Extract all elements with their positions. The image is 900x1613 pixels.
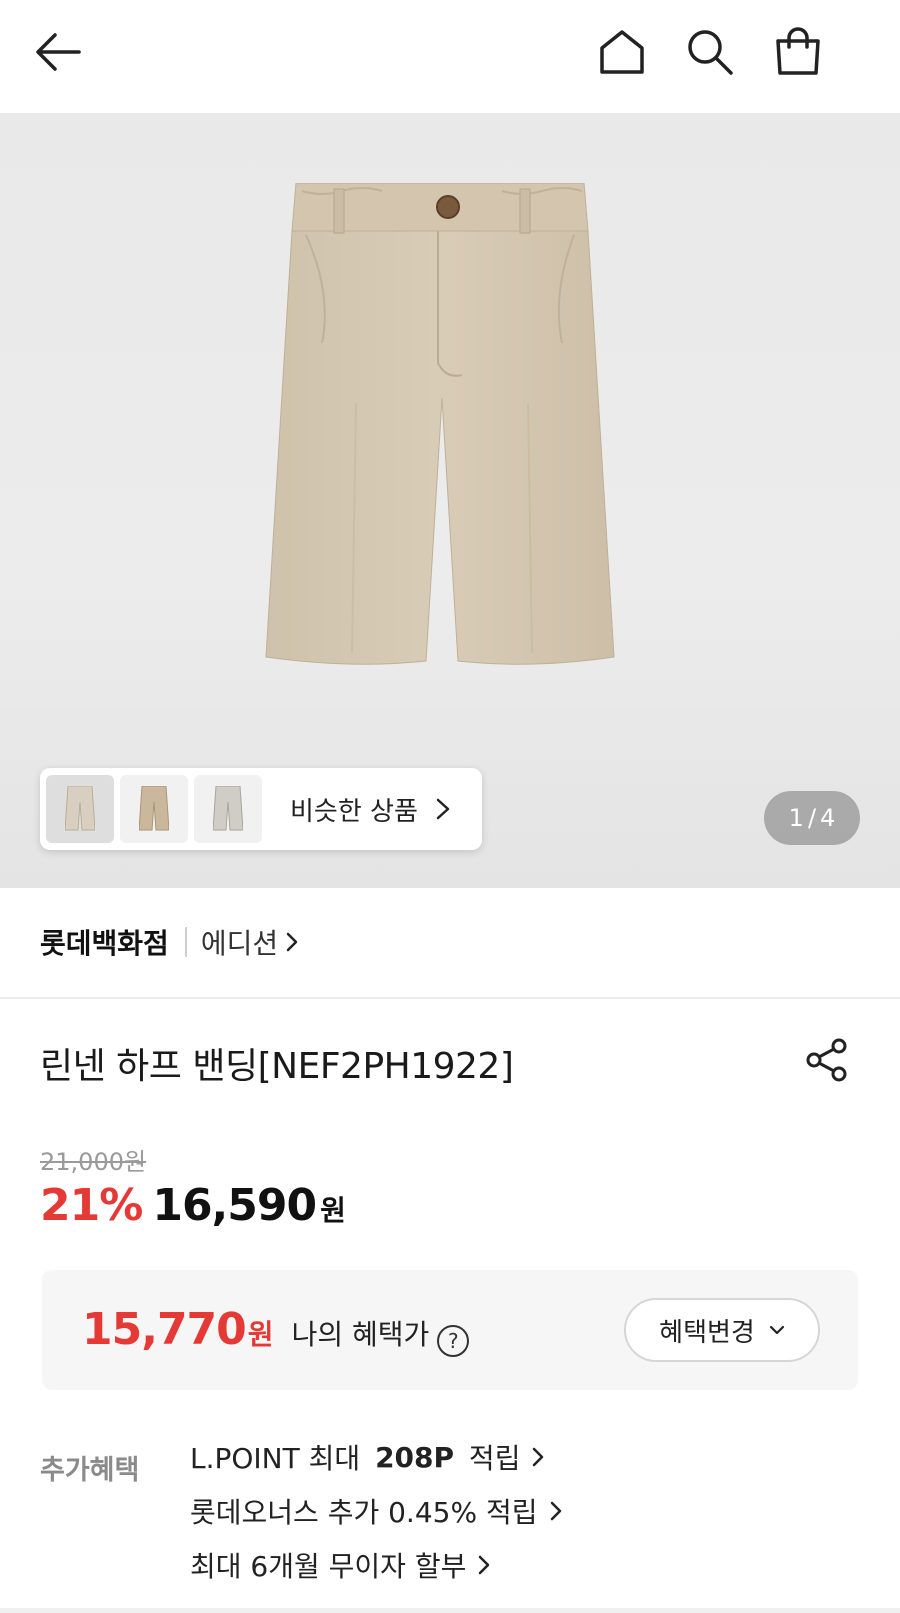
thumbnail-shorts-image [213,786,243,831]
cart-button[interactable] [770,24,826,80]
chevron-right-icon [479,1555,490,1575]
pager-current: 1 [788,804,804,832]
thumbnail-strip: 비슷한 상품 [40,768,482,850]
benefit-text: 최대 6개월 무이자 할부 [190,1550,467,1583]
help-icon[interactable]: ? [437,1325,470,1357]
product-image-gallery[interactable]: 비슷한 상품 1 / 4 [0,113,900,888]
share-icon [806,1038,847,1082]
benefit-price: 15,770 [82,1304,247,1355]
product-title: 린넨 하프 밴딩[NEF2PH1922] [40,1046,514,1087]
chevron-right-icon [550,1501,561,1521]
benefit-points: 208P [375,1440,455,1474]
thumbnail-1[interactable] [46,775,114,843]
search-button[interactable] [682,24,738,80]
brand-link[interactable]: 에디션 [201,922,298,962]
original-price: 21,000원 [40,1148,147,1176]
home-icon [600,30,644,74]
chevron-right-icon [286,932,298,952]
price-row: 21% 16,590 원 [40,1180,346,1231]
section-divider [0,997,900,999]
thumbnail-2[interactable] [120,775,188,843]
shopping-bag-icon [776,27,820,75]
extra-benefits-list: L.POINT 최대 208P 적립 롯데오너스 추가 0.45% 적립 최대 … [190,1430,750,1592]
similar-products-label: 비슷한 상품 [290,796,418,827]
benefit-lpoint[interactable]: L.POINT 최대 208P 적립 [190,1430,750,1484]
benefit-label: 나의 혜택가 [291,1318,430,1351]
change-benefit-label: 혜택변경 [659,1317,755,1348]
my-benefit-box: 15,770 원 나의 혜택가 ? 혜택변경 [42,1270,858,1390]
benefit-lotte-owners[interactable]: 롯데오너스 추가 0.45% 적립 [190,1484,750,1538]
benefit-text-suffix: 적립 [460,1442,521,1475]
share-button[interactable] [800,1033,854,1087]
store-name[interactable]: 롯데백화점 [40,922,169,962]
top-bar [0,0,900,113]
image-pager: 1 / 4 [764,791,860,845]
brand-divider [184,927,187,957]
pager-total: 4 [820,804,836,832]
benefit-price-unit: 원 [247,1318,274,1351]
thumbnail-3[interactable] [194,775,262,843]
sale-price: 16,590 [152,1180,317,1231]
sale-price-unit: 원 [320,1194,346,1227]
brand-row: 롯데백화점 에디션 [40,922,298,962]
benefit-text: L.POINT 최대 [190,1442,370,1475]
pager-separator: / [807,804,817,832]
discount-rate: 21% [40,1180,143,1231]
chevron-right-icon [533,1447,544,1467]
change-benefit-button[interactable]: 혜택변경 [624,1298,820,1362]
benefit-installment[interactable]: 최대 6개월 무이자 할부 [190,1538,750,1592]
thumbnail-shorts-image [65,786,95,831]
extra-benefits-label: 추가혜택 [40,1455,140,1486]
benefit-price-row: 15,770 원 나의 혜택가 ? [82,1304,470,1357]
arrow-left-icon [36,33,81,71]
thumbnail-shorts-image [139,786,169,831]
chevron-right-icon [436,798,450,820]
similar-products-link[interactable]: 비슷한 상품 [290,791,450,828]
chevron-down-icon [769,1325,784,1335]
bottom-divider [0,1608,900,1613]
back-button[interactable] [30,24,86,80]
benefit-text: 롯데오너스 추가 0.45% 적립 [190,1496,538,1529]
home-button[interactable] [594,24,650,80]
search-icon [688,30,733,75]
brand-label: 에디션 [200,927,279,960]
product-image [265,183,615,665]
